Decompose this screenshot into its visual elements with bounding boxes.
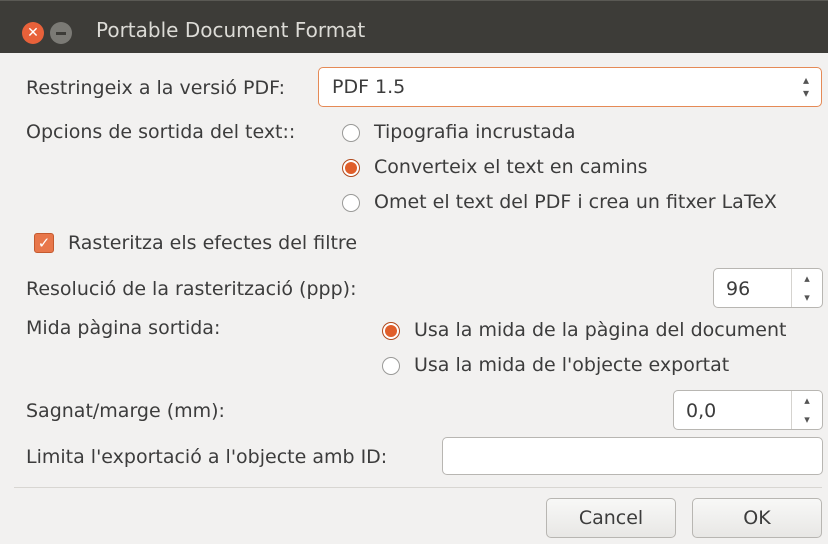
- page-size-label: Mida pàgina sortida:: [26, 317, 221, 339]
- text-output-option-latex[interactable]: Omet el text del PDF i crea un fitxer La…: [374, 191, 777, 213]
- rasterize-checkbox[interactable]: ✓: [34, 233, 54, 253]
- text-output-radio-latex[interactable]: [342, 194, 360, 212]
- cancel-button[interactable]: Cancel: [546, 498, 676, 538]
- text-output-option-paths[interactable]: Converteix el text en camins: [374, 156, 648, 178]
- bleed-spinner[interactable]: 0,0 ▴ ▾: [673, 390, 823, 430]
- minimize-icon[interactable]: [50, 22, 72, 44]
- text-output-label: Opcions de sortida del text::: [26, 121, 296, 143]
- increment-icon[interactable]: ▴: [792, 269, 822, 288]
- decrement-icon[interactable]: ▾: [792, 288, 822, 307]
- resolution-spinner[interactable]: 96 ▴ ▾: [713, 268, 823, 308]
- limit-id-input[interactable]: [442, 437, 823, 475]
- text-output-radio-embed[interactable]: [342, 124, 360, 142]
- decrement-icon[interactable]: ▾: [792, 410, 822, 429]
- text-output-radio-paths[interactable]: [342, 159, 360, 177]
- limit-id-label: Limita l'exportació a l'objecte amb ID:: [26, 446, 388, 468]
- resolution-label: Resolució de la rasterització (ppp):: [26, 278, 357, 300]
- button-separator: [14, 487, 822, 488]
- page-size-radio-object[interactable]: [382, 357, 400, 375]
- page-size-radio-document[interactable]: [382, 322, 400, 340]
- increment-icon[interactable]: ▴: [792, 391, 822, 410]
- page-size-option-document[interactable]: Usa la mida de la pàgina del document: [414, 319, 786, 341]
- bleed-stepper[interactable]: ▴ ▾: [791, 391, 822, 429]
- window-title: Portable Document Format: [96, 18, 366, 42]
- page-size-option-object[interactable]: Usa la mida de l'objecte exportat: [414, 354, 729, 376]
- pdf-version-value: PDF 1.5: [332, 76, 406, 98]
- text-output-option-embed[interactable]: Tipografia incrustada: [374, 121, 575, 143]
- rasterize-label[interactable]: Rasteritza els efectes del filtre: [68, 232, 357, 254]
- updown-icon: ▴ ▾: [802, 73, 809, 100]
- pdf-version-label: Restringeix a la versió PDF:: [26, 77, 286, 99]
- title-bar: ✕ Portable Document Format: [0, 0, 828, 53]
- close-icon[interactable]: ✕: [22, 22, 44, 44]
- bleed-value: 0,0: [686, 400, 717, 422]
- resolution-stepper[interactable]: ▴ ▾: [791, 269, 822, 307]
- ok-button[interactable]: OK: [692, 498, 822, 538]
- pdf-version-select[interactable]: PDF 1.5 ▴ ▾: [318, 67, 822, 107]
- resolution-value: 96: [726, 278, 751, 300]
- bleed-label: Sagnat/marge (mm):: [26, 400, 225, 422]
